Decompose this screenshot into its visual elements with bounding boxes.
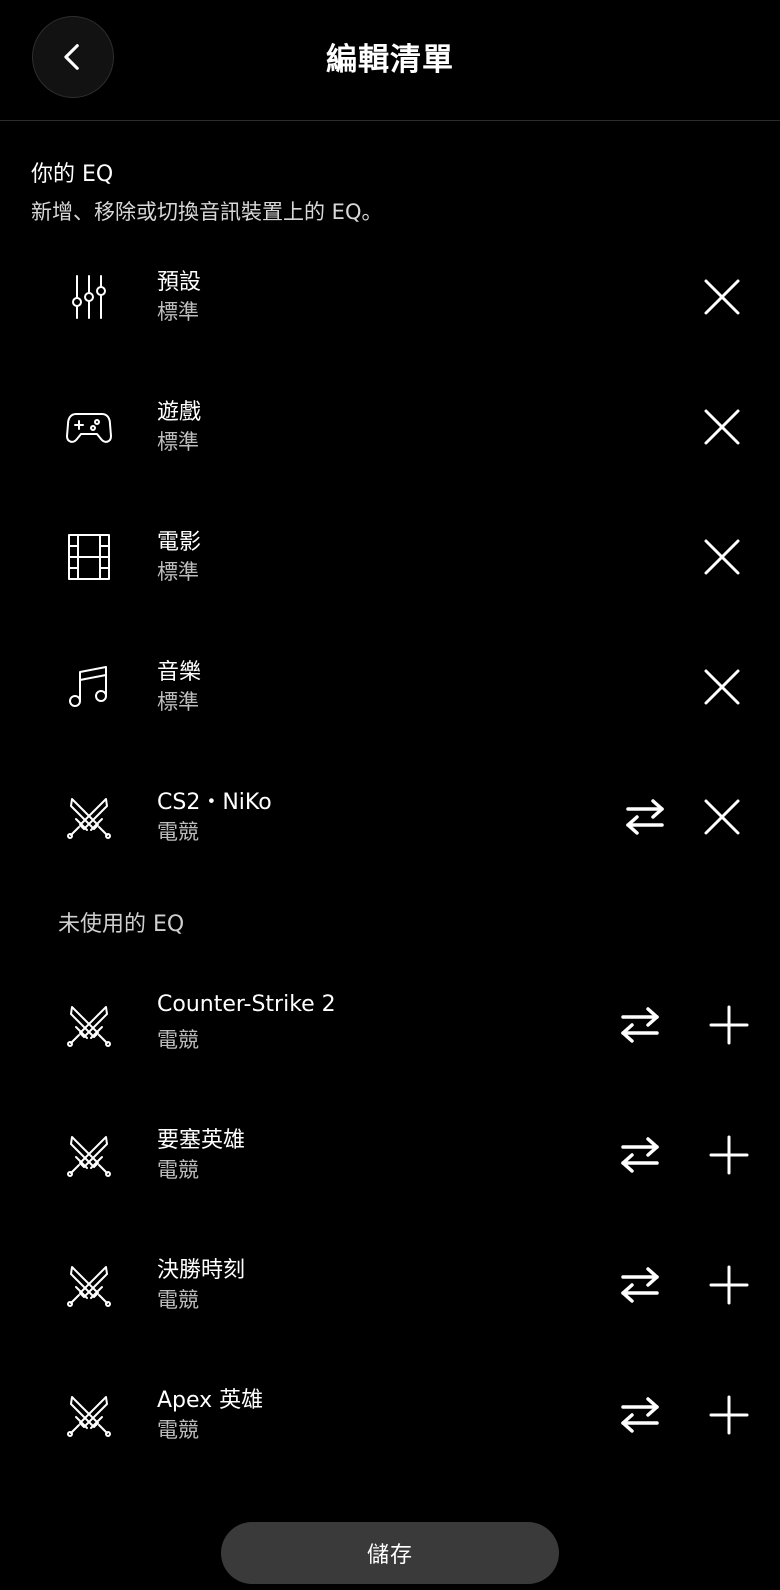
swap-arrows-icon [621,1267,659,1303]
eq-name: 要塞英雄 [157,1128,246,1153]
eq-row-cs2-niko: CS2・NiKo 電競 [0,766,780,866]
eq-category: 電競 [157,1028,199,1052]
crossed-swords-icon [64,1260,114,1310]
add-button[interactable] [706,1132,752,1178]
eq-row-game: 遊戲 標準 [0,376,780,476]
plus-icon [709,1395,749,1435]
swap-arrows-icon [621,1007,659,1043]
film-icon [64,532,114,582]
remove-button[interactable] [699,664,745,710]
close-icon [704,409,740,445]
remove-button[interactable] [699,274,745,320]
section-description: 新增、移除或切換音訊裝置上的 EQ。 [31,200,383,224]
add-button[interactable] [706,1392,752,1438]
eq-name: Apex 英雄 [157,1388,264,1413]
eq-name: 預設 [157,270,202,295]
crossed-swords-icon [64,1390,114,1440]
plus-icon [709,1005,749,1045]
edit-list-screen: 編輯清單 你的 EQ 新增、移除或切換音訊裝置上的 EQ。 預設 標準 遊戲 標… [0,0,780,1590]
close-icon [704,539,740,575]
unused-row-fortnite: 要塞英雄 電競 [0,1104,780,1204]
unused-row-call-of-duty: 決勝時刻 電競 [0,1234,780,1334]
eq-category: 電競 [157,1158,199,1182]
page-title: 編輯清單 [326,42,454,78]
eq-name: 決勝時刻 [157,1258,246,1283]
section-title-your-eq: 你的 EQ [31,162,114,187]
eq-row-music: 音樂 標準 [0,636,780,736]
remove-button[interactable] [699,404,745,450]
crossed-swords-icon [64,1130,114,1180]
close-icon [704,669,740,705]
plus-icon [709,1135,749,1175]
swap-button[interactable] [617,1392,663,1438]
close-icon [704,279,740,315]
crossed-swords-icon [64,1000,114,1050]
unused-row-counter-strike-2: Counter-Strike 2 電競 [0,974,780,1074]
eq-category: 電競 [157,820,199,844]
music-note-icon [64,662,114,712]
equalizer-icon [64,272,114,322]
swap-button[interactable] [617,1132,663,1178]
eq-name: 電影 [157,530,202,555]
eq-name: Counter-Strike 2 [157,992,336,1017]
eq-category: 標準 [157,560,199,584]
close-icon [704,799,740,835]
eq-name: CS2・NiKo [157,790,272,815]
eq-category: 標準 [157,300,199,324]
remove-button[interactable] [699,794,745,840]
eq-category: 電競 [157,1418,199,1442]
swap-button[interactable] [617,1002,663,1048]
eq-category: 標準 [157,430,199,454]
swap-button[interactable] [617,1262,663,1308]
eq-row-movie: 電影 標準 [0,506,780,606]
save-button[interactable]: 儲存 [221,1522,559,1584]
swap-button[interactable] [622,794,668,840]
eq-row-default: 預設 標準 [0,246,780,346]
unused-row-apex: Apex 英雄 電競 [0,1364,780,1464]
header: 編輯清單 [0,0,780,121]
eq-category: 電競 [157,1288,199,1312]
plus-icon [709,1265,749,1305]
swap-arrows-icon [621,1397,659,1433]
remove-button[interactable] [699,534,745,580]
eq-name: 音樂 [157,660,202,685]
section-title-unused-eq: 未使用的 EQ [58,912,185,937]
eq-name: 遊戲 [157,400,202,425]
swap-arrows-icon [626,799,664,835]
add-button[interactable] [706,1002,752,1048]
swap-arrows-icon [621,1137,659,1173]
add-button[interactable] [706,1262,752,1308]
crossed-swords-icon [64,792,114,842]
gamepad-icon [64,402,114,452]
eq-category: 標準 [157,690,199,714]
